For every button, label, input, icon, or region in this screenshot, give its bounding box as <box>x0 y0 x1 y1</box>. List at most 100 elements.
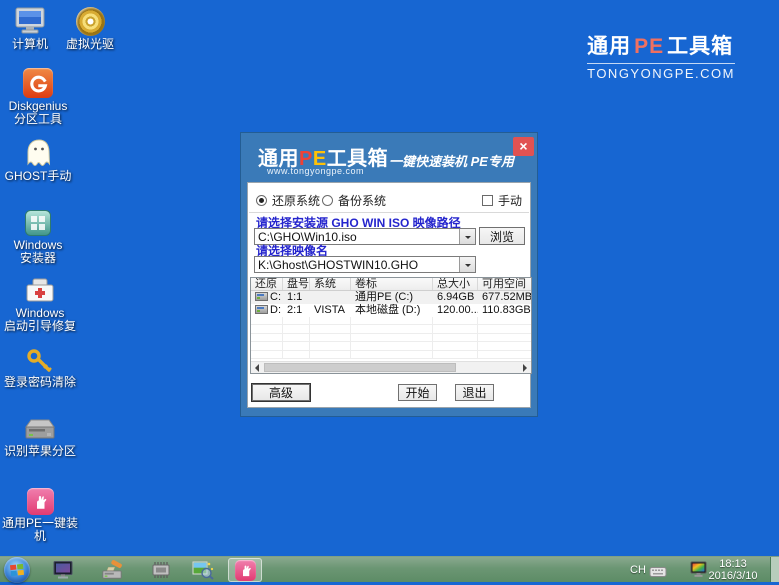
empty-row <box>251 351 531 359</box>
col-system[interactable]: 系统 <box>310 278 351 290</box>
taskbar-icon-computer[interactable] <box>52 560 74 580</box>
checkbox-label: 手动 <box>498 192 522 209</box>
icon-label: 虚拟光驱 <box>66 38 114 51</box>
icon-label: 通用PE一键装 机 <box>2 517 78 543</box>
ghost-icon <box>22 137 55 168</box>
taskbar-active-pe-installer[interactable] <box>228 558 262 582</box>
col-volume[interactable]: 卷标 <box>351 278 433 290</box>
icon-label: GHOST手动 <box>5 170 72 183</box>
image-name-value: K:\Ghost\GHOSTWIN10.GHO <box>255 258 459 272</box>
keyboard-icon[interactable] <box>649 565 667 583</box>
computer-icon <box>13 4 47 36</box>
empty-row <box>251 325 531 333</box>
col-disk-num[interactable]: 盘号 <box>283 278 310 290</box>
desktop-icon-ghost-manual[interactable]: GHOST手动 <box>0 137 76 183</box>
one-key-install-dialog: 通用PE工具箱 www.tongyongpe.com 一键快速装机 PE专用 ×… <box>240 132 538 417</box>
desktop-icon-pe-one-key[interactable]: 通用PE一键装 机 <box>0 486 80 543</box>
harddrive-icon <box>23 415 57 443</box>
image-name-combobox[interactable]: K:\Ghost\GHOSTWIN10.GHO <box>254 256 476 273</box>
cell-sys: VISTA <box>310 304 351 317</box>
icon-label: Diskgenius 分区工具 <box>9 100 68 126</box>
cell-free: 110.83GB <box>478 304 532 317</box>
drive-icon <box>255 292 268 301</box>
checkbox-box <box>482 195 493 206</box>
horizontal-scrollbar[interactable] <box>251 361 531 373</box>
boot-repair-icon <box>23 276 57 305</box>
chevron-down-icon[interactable] <box>459 229 475 244</box>
taskbar: CH 18:13 2016/3/10 <box>0 556 779 582</box>
scroll-left-arrow[interactable] <box>251 362 263 373</box>
exit-button[interactable]: 退出 <box>455 384 494 401</box>
chevron-down-icon[interactable] <box>459 257 475 272</box>
icon-label: 计算机 <box>12 38 48 51</box>
radio-restore-system[interactable]: 还原系统 <box>256 192 320 209</box>
pe-installer-icon <box>235 560 256 581</box>
desktop-icon-apple-partition[interactable]: 识别苹果分区 <box>0 415 80 458</box>
close-icon[interactable]: × <box>513 137 534 156</box>
scroll-right-arrow[interactable] <box>519 362 531 373</box>
empty-row <box>251 342 531 350</box>
cell-vol: 本地磁盘 (D:) <box>351 304 433 317</box>
cell-num: 2:1 <box>283 304 310 317</box>
taskbar-icon-disk-cleanup[interactable] <box>101 560 123 580</box>
clock[interactable]: 18:13 2016/3/10 <box>703 558 763 582</box>
partition-listview[interactable]: 还原 盘号 系统 卷标 总大小 可用空间 C: 1:1 通用PE (C:) 6.… <box>250 277 532 374</box>
windows-flag-icon <box>10 564 24 576</box>
taskbar-icon-screenshot-tool[interactable] <box>192 560 214 580</box>
empty-row <box>251 317 531 325</box>
radio-circle <box>256 195 267 206</box>
cell-free: 677.52MB <box>478 291 532 304</box>
icon-label: Windows 安装器 <box>14 239 63 265</box>
key-icon <box>25 347 55 374</box>
dialog-tagline: 一键快速装机 PE专用 <box>389 151 514 170</box>
col-restore[interactable]: 还原 <box>251 278 283 290</box>
table-row[interactable]: D: 2:1 VISTA 本地磁盘 (D:) 120.00... 110.83G… <box>251 304 531 317</box>
desktop-icon-computer[interactable]: 计算机 <box>2 4 58 51</box>
clock-time: 18:13 <box>703 558 763 570</box>
wallpaper-logo: 通用PE工具箱 TONGYONGPE.COM <box>587 30 735 81</box>
checkbox-manual[interactable]: 手动 <box>482 192 522 209</box>
desktop-icon-password-clear[interactable]: 登录密码清除 <box>0 347 80 389</box>
pe-installer-icon <box>27 486 54 515</box>
diskgenius-icon <box>23 66 53 98</box>
start-button[interactable]: 开始 <box>398 384 437 401</box>
desktop-icon-boot-repair[interactable]: Windows 启动引导修复 <box>0 276 80 333</box>
desktop-icon-virtual-cdrom[interactable]: 虚拟光驱 <box>60 5 120 51</box>
cell-total: 6.94GB <box>433 291 478 304</box>
advanced-button[interactable]: 高级 <box>252 384 310 401</box>
cell-drive: D: <box>270 304 281 316</box>
browse-button[interactable]: 浏览 <box>479 227 525 245</box>
icon-label: 识别苹果分区 <box>4 445 76 458</box>
drive-icon <box>255 305 268 314</box>
radio-backup-system[interactable]: 备份系统 <box>322 192 386 209</box>
dialog-titlebar[interactable]: 通用PE工具箱 www.tongyongpe.com 一键快速装机 PE专用 × <box>241 133 537 182</box>
table-row[interactable]: C: 1:1 通用PE (C:) 6.94GB 677.52MB <box>251 291 531 304</box>
col-total-size[interactable]: 总大小 <box>433 278 478 290</box>
logo-text-left: 通用 <box>587 35 631 58</box>
logo-site-text: TONGYONGPE.COM <box>587 66 735 81</box>
cell-vol: 通用PE (C:) <box>351 291 433 304</box>
icon-label: 登录密码清除 <box>4 376 76 389</box>
radio-label: 备份系统 <box>338 192 386 209</box>
dialog-panel: 还原系统 备份系统 手动 请选择安装源 GHO WIN ISO 映像路径 C:\… <box>247 182 531 408</box>
col-free-space[interactable]: 可用空间 <box>478 278 532 290</box>
cell-num: 1:1 <box>283 291 310 304</box>
cell-drive: C: <box>270 291 281 303</box>
desktop-icon-diskgenius[interactable]: Diskgenius 分区工具 <box>0 66 76 126</box>
windows-installer-icon <box>24 207 52 237</box>
language-indicator[interactable]: CH <box>630 564 646 576</box>
listview-header: 还原 盘号 系统 卷标 总大小 可用空间 <box>251 278 531 291</box>
scrollbar-thumb[interactable] <box>264 363 456 372</box>
taskbar-icon-memory[interactable] <box>150 560 172 580</box>
desktop-icon-windows-installer[interactable]: Windows 安装器 <box>0 207 76 265</box>
wallpaper-logo-title: 通用PE工具箱 <box>587 30 735 60</box>
show-desktop-button[interactable] <box>770 557 779 582</box>
radio-circle <box>322 195 333 206</box>
desktop: 通用PE工具箱 TONGYONGPE.COM 计算机 虚拟光驱 Diskgeni… <box>0 0 779 585</box>
logo-text-pe: PE <box>631 35 667 58</box>
start-button-orb[interactable] <box>4 557 30 583</box>
brand-url: www.tongyongpe.com <box>267 166 364 176</box>
cdrom-icon <box>76 5 105 36</box>
logo-text-right: 工具箱 <box>667 35 733 58</box>
radio-label: 还原系统 <box>272 192 320 209</box>
